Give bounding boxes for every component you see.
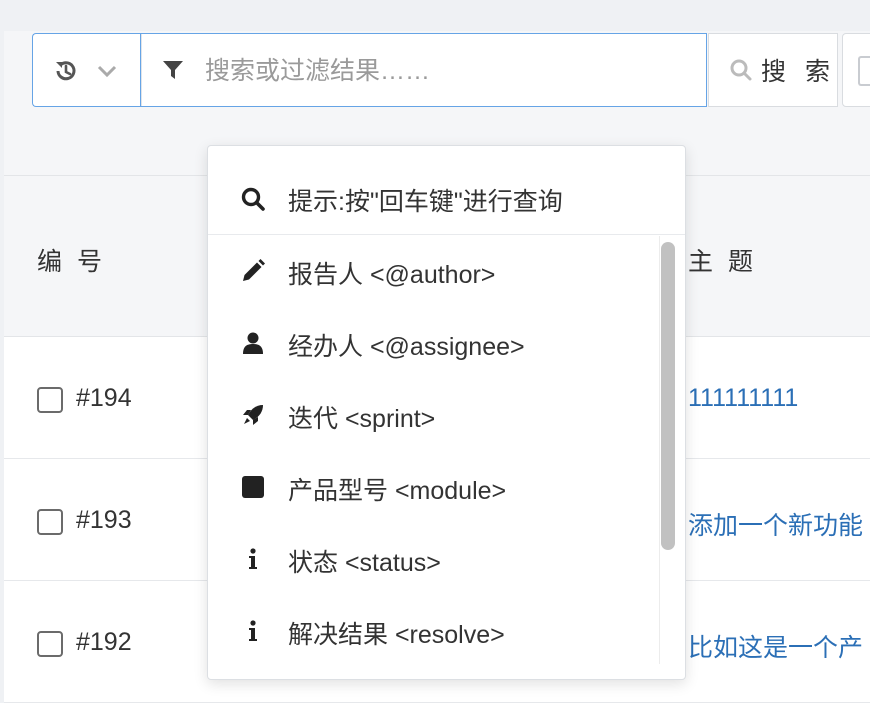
issue-number: #193 bbox=[76, 506, 132, 534]
suggestion-label: 迭代 <sprint> bbox=[288, 405, 436, 433]
pencil-icon bbox=[243, 259, 265, 281]
search-icon bbox=[730, 59, 752, 81]
suggestion-label: 报告人 <@author> bbox=[288, 261, 496, 289]
search-button-label: 搜 索 bbox=[761, 58, 836, 86]
calendar-icon bbox=[858, 56, 870, 86]
suggestion-module[interactable]: 产品型号 <module> bbox=[208, 451, 658, 523]
suggestion-label: 状态 <status> bbox=[288, 549, 441, 577]
row-checkbox[interactable] bbox=[37, 509, 63, 535]
suggestion-author[interactable]: 报告人 <@author> bbox=[208, 235, 658, 307]
search-field[interactable] bbox=[140, 33, 707, 107]
search-hint-text: 提示:按"回车键"进行查询 bbox=[288, 188, 563, 216]
issue-subject-link[interactable]: 111111111 bbox=[688, 384, 798, 413]
issue-subject-link[interactable]: 比如这是一个产 bbox=[688, 628, 863, 664]
suggestion-label: 产品型号 <module> bbox=[288, 477, 507, 505]
issue-number: #192 bbox=[76, 628, 132, 656]
rocket-icon bbox=[243, 405, 263, 425]
column-header-number[interactable]: 编 号 bbox=[37, 242, 106, 278]
search-button[interactable]: 搜 索 bbox=[708, 33, 838, 107]
toolbar-extra-button[interactable] bbox=[842, 33, 870, 107]
user-icon bbox=[243, 332, 263, 354]
search-history-button[interactable] bbox=[32, 33, 140, 107]
search-icon bbox=[241, 187, 265, 211]
suggestion-label: 经办人 <@assignee> bbox=[288, 333, 525, 361]
info-icon bbox=[249, 620, 257, 641]
info-icon bbox=[249, 548, 257, 569]
search-suggestion-dropdown: 提示:按"回车键"进行查询 报告人 <@author> 经办人 <@assign… bbox=[207, 145, 686, 680]
search-input[interactable] bbox=[203, 50, 687, 92]
suggestion-resolve[interactable]: 解决结果 <resolve> bbox=[208, 595, 658, 667]
issue-number: #194 bbox=[76, 384, 132, 412]
chevron-down-icon bbox=[97, 65, 117, 78]
suggestion-assignee[interactable]: 经办人 <@assignee> bbox=[208, 307, 658, 379]
suggestion-status[interactable]: 状态 <status> bbox=[208, 523, 658, 595]
square-icon bbox=[242, 476, 264, 498]
column-header-subject[interactable]: 主 题 bbox=[688, 242, 757, 278]
dropdown-scrollbar-thumb[interactable] bbox=[661, 242, 675, 550]
suggestion-label: 解决结果 <resolve> bbox=[288, 621, 505, 649]
row-checkbox[interactable] bbox=[37, 387, 63, 413]
filter-icon bbox=[163, 61, 183, 79]
search-hint: 提示:按"回车键"进行查询 bbox=[208, 146, 685, 235]
history-icon bbox=[56, 61, 76, 81]
row-checkbox[interactable] bbox=[37, 631, 63, 657]
issue-subject-link[interactable]: 添加一个新功能 bbox=[688, 506, 863, 542]
suggestion-sprint[interactable]: 迭代 <sprint> bbox=[208, 379, 658, 451]
